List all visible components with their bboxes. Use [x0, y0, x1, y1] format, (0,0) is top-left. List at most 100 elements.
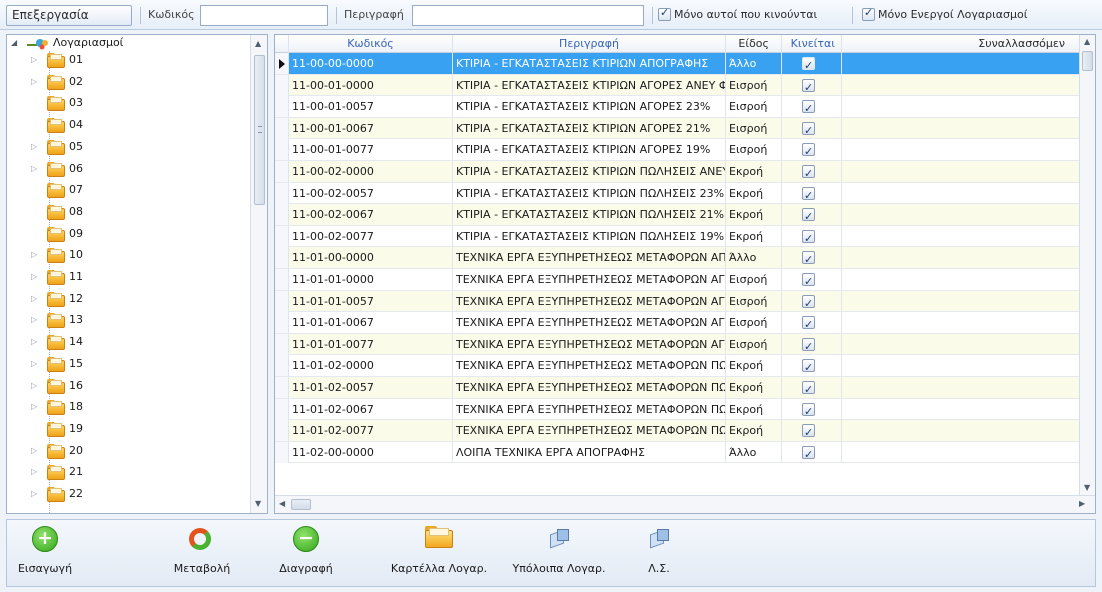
ls-button[interactable]: Λ.Σ. — [629, 520, 689, 586]
cell-description[interactable]: ΚΤΙΡΙΑ - ΕΓΚΑΤΑΣΤΑΣΕΙΣ ΚΤΙΡΙΩΝ ΑΓΟΡΕΣ ΑΝ… — [453, 74, 726, 96]
tree-item[interactable]: ▷ 20 — [7, 443, 247, 460]
expand-arrow-icon[interactable]: ▷ — [31, 446, 39, 456]
tree-item[interactable]: 08 — [7, 204, 247, 221]
tree-item[interactable]: 19 — [7, 421, 247, 438]
tree-scrollbar[interactable]: ▲ ▼ — [250, 35, 267, 513]
scroll-right-icon[interactable]: ▶ — [1079, 499, 1085, 508]
delete-button[interactable]: − Διαγραφή — [271, 520, 341, 586]
cell-transacting[interactable] — [842, 420, 1080, 442]
moves-checkbox[interactable] — [802, 98, 815, 117]
table-row[interactable]: 11-00-02-0000 ΚΤΙΡΙΑ - ΕΓΚΑΤΑΣΤΑΣΕΙΣ ΚΤΙΡ… — [275, 161, 1080, 183]
row-selector[interactable] — [275, 269, 289, 290]
moves-checkbox[interactable] — [802, 422, 815, 441]
cell-kind[interactable]: Εισροή — [726, 139, 782, 161]
scroll-thumb[interactable] — [254, 55, 265, 205]
cell-description[interactable]: ΤΕΧΝΙΚΑ ΕΡΓΑ ΕΞΥΠΗΡΕΤΗΣΕΩΣ ΜΕΤΑΦΟΡΩΝ ΑΓΟ… — [453, 312, 726, 334]
row-selector[interactable] — [275, 204, 289, 226]
table-row[interactable]: 11-01-02-0000 ΤΕΧΝΙΚΑ ΕΡΓΑ ΕΞΥΠΗΡΕΤΗΣΕΩΣ … — [275, 355, 1080, 377]
accounts-tree[interactable]: ◢ Λογαριασμοί ▷ 01 ▷ 02 03 04 ▷ 05 ▷ 06 07 08 09 ▷ 10 ▷… — [6, 34, 268, 514]
row-selector[interactable] — [275, 139, 289, 161]
moves-checkbox[interactable] — [802, 444, 815, 463]
tree-item[interactable]: 09 — [7, 226, 247, 243]
row-selector[interactable] — [275, 96, 289, 118]
tree-item[interactable]: ▷ 16 — [7, 378, 247, 395]
cell-description[interactable]: ΤΕΧΝΙΚΑ ΕΡΓΑ ΕΞΥΠΗΡΕΤΗΣΕΩΣ ΜΕΤΑΦΟΡΩΝ ΠΩΛ… — [453, 377, 726, 398]
cell-description[interactable]: ΚΤΙΡΙΑ - ΕΓΚΑΤΑΣΤΑΣΕΙΣ ΚΤΙΡΙΩΝ ΑΓΟΡΕΣ 19… — [453, 139, 726, 161]
cell-transacting[interactable] — [842, 290, 1080, 312]
tree-item[interactable]: ▷ 14 — [7, 334, 247, 351]
scroll-up-icon[interactable]: ▲ — [255, 39, 261, 48]
tree-item[interactable]: ▷ 10 — [7, 247, 247, 264]
cell-kind[interactable]: Άλλο — [726, 441, 782, 463]
cell-transacting[interactable] — [842, 139, 1080, 161]
expand-arrow-icon[interactable]: ▷ — [31, 142, 39, 152]
cell-code[interactable]: 11-00-01-0000 — [289, 74, 453, 96]
cell-kind[interactable]: Εισροή — [726, 96, 782, 118]
table-row[interactable]: 11-00-02-0067 ΚΤΙΡΙΑ - ΕΓΚΑΤΑΣΤΑΣΕΙΣ ΚΤΙΡ… — [275, 204, 1080, 226]
tree-item[interactable]: ▷ 06 — [7, 161, 247, 178]
grid-horizontal-scrollbar[interactable]: ◀ ▶ — [275, 495, 1095, 513]
moves-checkbox[interactable] — [802, 314, 815, 333]
row-selector[interactable] — [275, 312, 289, 334]
moves-checkbox[interactable] — [802, 77, 815, 96]
row-selector[interactable] — [275, 247, 289, 269]
tree-item[interactable]: ▷ 15 — [7, 356, 247, 373]
row-selector[interactable] — [275, 398, 289, 420]
expand-arrow-icon[interactable]: ▷ — [31, 402, 39, 412]
cell-description[interactable]: ΤΕΧΝΙΚΑ ΕΡΓΑ ΕΞΥΠΗΡΕΤΗΣΕΩΣ ΜΕΤΑΦΟΡΩΝ ΠΩΛ… — [453, 420, 726, 442]
cell-kind[interactable]: Άλλο — [726, 247, 782, 269]
cell-description[interactable]: ΚΤΙΡΙΑ - ΕΓΚΑΤΑΣΤΑΣΕΙΣ ΚΤΙΡΙΩΝ ΑΓΟΡΕΣ 23… — [453, 96, 726, 118]
cell-description[interactable]: ΛΟΙΠΑ ΤΕΧΝΙΚΑ ΕΡΓΑ ΑΠΟΓΡΑΦΗΣ — [453, 441, 726, 463]
account-balances-button[interactable]: Υπόλοιπα Λογαρ. — [503, 520, 615, 586]
cell-description[interactable]: ΚΤΙΡΙΑ - ΕΓΚΑΤΑΣΤΑΣΕΙΣ ΚΤΙΡΙΩΝ ΠΩΛΗΣΕΙΣ … — [453, 182, 726, 204]
cell-description[interactable]: ΤΕΧΝΙΚΑ ΕΡΓΑ ΕΞΥΠΗΡΕΤΗΣΕΩΣ ΜΕΤΑΦΟΡΩΝ ΑΓΟ… — [453, 333, 726, 355]
collapse-arrow-icon[interactable]: ◢ — [11, 38, 19, 48]
scroll-thumb[interactable] — [1082, 51, 1093, 71]
row-selector[interactable] — [275, 355, 289, 377]
moves-checkbox[interactable] — [802, 249, 815, 268]
cell-code[interactable]: 11-01-01-0057 — [289, 290, 453, 312]
cell-code[interactable]: 11-00-01-0057 — [289, 96, 453, 118]
cell-description[interactable]: ΚΤΙΡΙΑ - ΕΓΚΑΤΑΣΤΑΣΕΙΣ ΚΤΙΡΙΩΝ ΠΩΛΗΣΕΙΣ … — [453, 161, 726, 182]
cell-kind[interactable]: Εισροή — [726, 74, 782, 96]
cell-transacting[interactable] — [842, 182, 1080, 204]
cell-description[interactable]: ΤΕΧΝΙΚΑ ΕΡΓΑ ΕΞΥΠΗΡΕΤΗΣΕΩΣ ΜΕΤΑΦΟΡΩΝ ΠΩΛ… — [453, 398, 726, 420]
cell-code[interactable]: 11-01-01-0067 — [289, 312, 453, 334]
row-selector[interactable] — [275, 225, 289, 247]
column-header-transacting[interactable]: Συναλλασσόμεν — [842, 35, 1080, 53]
table-row[interactable]: 11-00-01-0000 ΚΤΙΡΙΑ - ΕΓΚΑΤΑΣΤΑΣΕΙΣ ΚΤΙΡ… — [275, 74, 1080, 97]
expand-arrow-icon[interactable]: ▷ — [31, 467, 39, 477]
table-row[interactable]: 11-00-01-0057 ΚΤΙΡΙΑ - ΕΓΚΑΤΑΣΤΑΣΕΙΣ ΚΤΙΡ… — [275, 96, 1080, 118]
moves-checkbox[interactable] — [802, 271, 815, 290]
scroll-left-icon[interactable]: ◀ — [279, 499, 285, 508]
cell-code[interactable]: 11-00-02-0077 — [289, 225, 453, 247]
grid-vertical-scrollbar[interactable]: ▲ ▼ — [1079, 35, 1095, 495]
cell-transacting[interactable] — [842, 333, 1080, 355]
cell-kind[interactable]: Εκροή — [726, 355, 782, 377]
cell-kind[interactable]: Εκροή — [726, 377, 782, 398]
row-selector[interactable] — [275, 117, 289, 139]
tree-item[interactable]: ▷ 21 — [7, 464, 247, 481]
cell-code[interactable]: 11-00-01-0077 — [289, 139, 453, 161]
expand-arrow-icon[interactable]: ▷ — [31, 164, 39, 174]
expand-arrow-icon[interactable]: ▷ — [31, 315, 39, 325]
cell-transacting[interactable] — [842, 355, 1080, 377]
row-selector[interactable] — [275, 74, 289, 96]
scroll-down-icon[interactable]: ▼ — [255, 499, 261, 508]
tree-item[interactable]: ▷ 11 — [7, 269, 247, 286]
cell-transacting[interactable] — [842, 312, 1080, 334]
expand-arrow-icon[interactable]: ▷ — [31, 359, 39, 369]
scroll-thumb[interactable] — [291, 499, 311, 510]
table-row[interactable]: 11-00-00-0000 ΚΤΙΡΙΑ - ΕΓΚΑΤΑΣΤΑΣΕΙΣ ΚΤΙΡ… — [275, 53, 1080, 75]
insert-button[interactable]: + Εισαγωγή — [9, 520, 81, 586]
cell-code[interactable]: 11-00-01-0067 — [289, 117, 453, 139]
cell-code[interactable]: 11-00-02-0057 — [289, 182, 453, 204]
tree-item[interactable]: ▷ 01 — [7, 52, 247, 69]
code-filter-input[interactable] — [200, 5, 328, 26]
cell-kind[interactable]: Εκροή — [726, 398, 782, 420]
moves-checkbox[interactable] — [802, 401, 815, 420]
row-selector[interactable] — [275, 441, 289, 463]
table-row[interactable]: 11-01-02-0077 ΤΕΧΝΙΚΑ ΕΡΓΑ ΕΞΥΠΗΡΕΤΗΣΕΩΣ … — [275, 420, 1080, 442]
table-row[interactable]: 11-01-02-0057 ΤΕΧΝΙΚΑ ΕΡΓΑ ΕΞΥΠΗΡΕΤΗΣΕΩΣ … — [275, 377, 1080, 399]
cell-transacting[interactable] — [842, 96, 1080, 118]
